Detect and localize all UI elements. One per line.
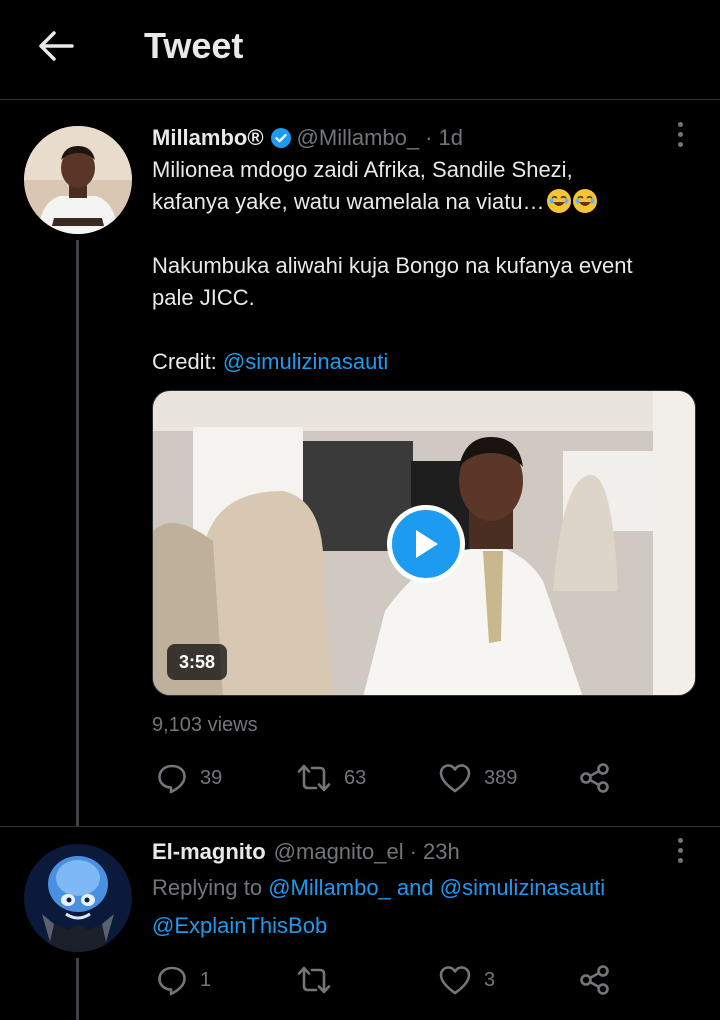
heart-icon [439, 764, 471, 793]
divider [0, 826, 720, 827]
retweet-button[interactable] [296, 962, 344, 998]
share-icon [580, 965, 609, 995]
tweet-text-line: Nakumbuka aliwahi kuja Bongo na kufanya … [152, 253, 633, 278]
page-title: Tweet [144, 25, 244, 66]
author-name[interactable]: El-magnito [152, 838, 266, 866]
top-bar: Tweet [0, 0, 720, 100]
more-icon [677, 837, 683, 843]
separator-dot: · [425, 125, 433, 150]
play-button[interactable] [387, 505, 465, 583]
share-icon [580, 763, 609, 793]
reply-header: El-magnito @magnito_el · 23h [152, 838, 460, 866]
laughing-emoji-icon [572, 189, 597, 213]
tweet-text-line: pale JICC. [152, 285, 255, 310]
like-button[interactable]: 389 [438, 760, 517, 796]
tweet-header: Millambo® @Millambo_ · 1d [152, 124, 463, 152]
retweet-button[interactable]: 63 [296, 760, 366, 796]
tweet-text-line: Milionea mdogo zaidi Afrika, Sandile She… [152, 157, 573, 182]
mention-link[interactable]: @simulizinasauti [440, 875, 605, 900]
replying-to-line: Replying to @Millambo_ and @simulizinasa… [152, 872, 692, 904]
laughing-emoji-icon [546, 189, 571, 213]
retweet-icon [297, 966, 331, 994]
arrow-left-icon [39, 31, 74, 61]
credit-label: Credit: [152, 349, 217, 374]
mention-link[interactable]: @Millambo_ [268, 875, 391, 900]
play-icon [416, 530, 438, 558]
separator-dot: · [409, 839, 417, 864]
reply-icon [158, 966, 186, 996]
credit-link[interactable]: @simulizinasauti [223, 349, 388, 374]
author-name[interactable]: Millambo® [152, 124, 264, 152]
share-button[interactable] [578, 962, 612, 998]
share-button[interactable] [578, 760, 612, 796]
more-options-button[interactable] [668, 834, 692, 866]
avatar[interactable] [24, 844, 132, 952]
and-label: and [396, 875, 434, 900]
reply-time[interactable]: 23h [423, 838, 460, 866]
back-button[interactable] [32, 24, 80, 68]
video-duration: 3:58 [167, 644, 227, 680]
like-count: 389 [484, 766, 518, 789]
thread-line [76, 958, 79, 1020]
tweet-text: Milionea mdogo zaidi Afrika, Sandile She… [152, 154, 692, 378]
retweet-count: 63 [344, 766, 367, 789]
like-count: 3 [484, 968, 496, 991]
reply-count: 1 [200, 968, 212, 991]
avatar[interactable] [24, 126, 132, 234]
video-player[interactable]: 3:58 [152, 390, 696, 696]
author-handle[interactable]: @Millambo_ [297, 124, 420, 152]
more-options-button[interactable] [668, 118, 692, 150]
verified-badge-icon [270, 127, 292, 149]
more-icon [677, 121, 683, 127]
reply-button[interactable]: 1 [156, 962, 211, 998]
tweet-text-line: kafanya yake, watu wamelala na viatu… [152, 186, 692, 218]
heart-icon [439, 966, 471, 995]
reply-button[interactable]: 39 [156, 760, 222, 796]
retweet-icon [297, 764, 331, 792]
author-handle[interactable]: @magnito_el [274, 838, 404, 866]
tweet-time[interactable]: 1d [438, 124, 462, 152]
view-count: 9,103 views [152, 714, 258, 736]
credit-line: Credit: @simulizinasauti [152, 346, 692, 378]
mention-link[interactable]: @ExplainThisBob [152, 913, 327, 938]
reply-text: @ExplainThisBob [152, 910, 692, 942]
replying-to-label: Replying to [152, 875, 263, 900]
reply-icon [158, 764, 186, 794]
thread-line [76, 240, 79, 826]
reply-count: 39 [200, 766, 223, 789]
like-button[interactable]: 3 [438, 962, 495, 998]
